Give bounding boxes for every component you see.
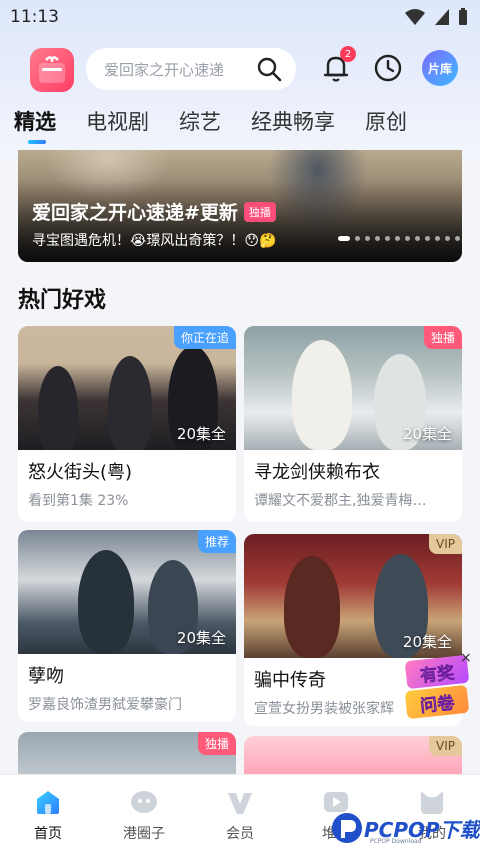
pagination-dot [338, 236, 350, 241]
promo-line-2: 问卷 [404, 684, 470, 720]
thumb-figure [78, 550, 134, 654]
section-title: 热门好戏 [18, 288, 107, 313]
avatar-library[interactable]: 片库 [422, 50, 458, 86]
status-bar: 11:13 [0, 0, 480, 34]
drama-subtitle: 看到第1集 23% [28, 493, 129, 509]
hero-banner[interactable]: 爱回家之开心速递#更新 独播 寻宝图遇危机！😭璟风出奇策？！😯🤔 [18, 150, 462, 262]
thumb-figure [292, 340, 352, 450]
banner-subtitle: 寻宝图遇危机！😭璟风出奇策？！😯🤔 [32, 233, 277, 249]
drama-subtitle: 谭耀文不爱郡主,独爱青梅… [254, 493, 427, 509]
search-placeholder[interactable]: 爱回家之开心速递 [104, 59, 256, 80]
tab-tv-series[interactable]: 电视剧 [86, 106, 149, 150]
pagination-dot [455, 236, 460, 241]
nav-label: 港圈子 [123, 826, 165, 842]
thumb-figure [38, 366, 78, 450]
watermark-subtext: PCPOP Download [370, 838, 422, 845]
drama-corner-tag: 独播 [423, 326, 462, 349]
tab-original[interactable]: 原创 [365, 106, 407, 150]
pagination-dot [365, 236, 370, 241]
signal-icon [435, 9, 449, 25]
app-logo[interactable] [30, 48, 74, 92]
pagination-dot [375, 236, 380, 241]
history-button[interactable] [372, 52, 404, 84]
banner-tag: 独播 [243, 201, 276, 222]
drama-corner-tag: 你正在追 [173, 326, 236, 349]
wifi-icon [405, 9, 425, 25]
banner-pagination [338, 236, 460, 241]
drama-card[interactable]: 你正在追 20集全 怒火街头(粤) 看到第1集 23% [18, 326, 236, 522]
notification-badge: 2 [340, 46, 356, 62]
tab-featured[interactable]: 精选 [14, 106, 56, 150]
banner-title-row: 爱回家之开心速递#更新 独播 [32, 198, 276, 225]
nav-label: 首页 [34, 826, 62, 842]
pagination-dot [425, 236, 430, 241]
watermark-logo-icon [332, 813, 362, 843]
drama-thumbnail: 推荐 20集全 [18, 530, 236, 654]
nav-community[interactable]: 港圈子 [96, 775, 192, 853]
drama-subtitle: 罗嘉良饰渣男弑爱攀豪门 [28, 697, 182, 713]
drama-thumbnail: 你正在追 20集全 [18, 326, 236, 450]
banner-title: 爱回家之开心速递#更新 [32, 202, 238, 224]
nav-vip[interactable]: 会员 [192, 775, 288, 853]
vip-v-icon [228, 793, 252, 814]
thumb-figure [284, 556, 340, 658]
episode-count: 20集全 [176, 425, 226, 443]
status-time: 11:13 [10, 7, 59, 27]
notification-button[interactable]: 2 [320, 46, 356, 84]
drama-corner-tag: VIP [429, 736, 462, 756]
search-icon[interactable] [256, 56, 282, 82]
top-header: 爱回家之开心速递 2 片库 [0, 44, 480, 96]
gift-tv-icon [39, 56, 65, 83]
nav-home[interactable]: 首页 [0, 775, 96, 853]
planet-icon [131, 791, 157, 813]
episode-count: 20集全 [402, 425, 452, 443]
tab-variety[interactable]: 综艺 [179, 106, 221, 150]
watermark: PCPOP下载 PCPOP Download [330, 808, 480, 848]
drama-title: 寻龙剑侠赖布衣 [254, 462, 380, 483]
pagination-dot [435, 236, 440, 241]
episode-count: 20集全 [402, 633, 452, 651]
episode-count: 20集全 [176, 629, 226, 647]
pagination-dot [395, 236, 400, 241]
nav-label: 会员 [226, 826, 254, 842]
home-icon [37, 791, 59, 814]
pagination-dot [385, 236, 390, 241]
status-icons [404, 8, 468, 26]
drama-corner-tag: 独播 [197, 732, 236, 755]
drama-title: 怒火街头(粤) [28, 462, 133, 483]
pagination-dot [445, 236, 450, 241]
category-tabs: 精选 电视剧 综艺 经典畅享 原创 [14, 106, 480, 150]
search-bar[interactable]: 爱回家之开心速递 [86, 48, 296, 90]
drama-thumbnail: 独播 20集全 [244, 326, 462, 450]
drama-card[interactable]: 独播 20集全 寻龙剑侠赖布衣 谭耀文不爱郡主,独爱青梅… [244, 326, 462, 522]
close-icon[interactable]: × [460, 650, 472, 666]
drama-thumbnail: VIP 20集全 [244, 534, 462, 658]
pagination-dot [355, 236, 360, 241]
clock-icon [374, 54, 402, 82]
battery-icon [459, 8, 467, 25]
thumb-figure [108, 356, 152, 450]
drama-corner-tag: 推荐 [197, 530, 236, 553]
pagination-dot [405, 236, 410, 241]
drama-title: 孽吻 [28, 666, 64, 687]
pagination-dot [415, 236, 420, 241]
drama-corner-tag: VIP [429, 534, 462, 554]
tab-classics[interactable]: 经典畅享 [251, 106, 335, 150]
drama-card[interactable]: 推荐 20集全 孽吻 罗嘉良饰渣男弑爱攀豪门 [18, 530, 236, 722]
